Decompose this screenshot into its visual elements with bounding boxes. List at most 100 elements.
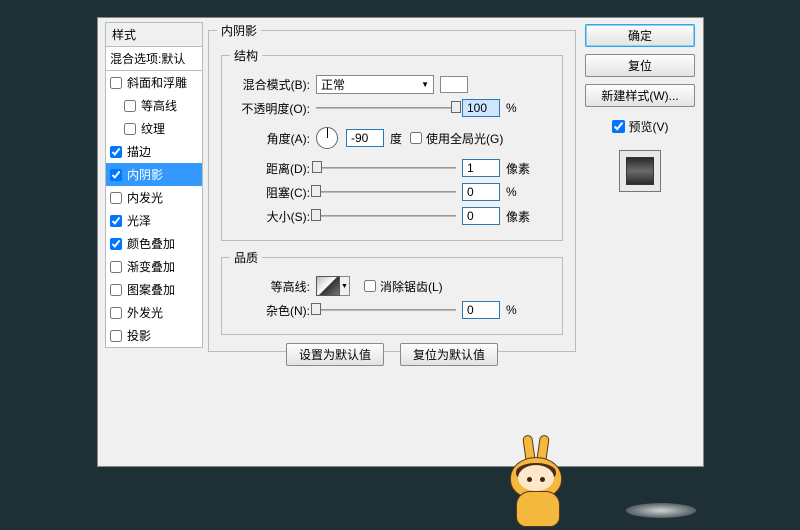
antialias-label: 消除锯齿(L) [380, 278, 443, 295]
size-row: 大小(S): 像素 [230, 206, 554, 226]
angle-input[interactable] [346, 129, 384, 147]
new-style-button[interactable]: 新建样式(W)... [585, 84, 695, 107]
opacity-unit: % [506, 101, 517, 115]
choke-unit: % [506, 185, 517, 199]
distance-unit: 像素 [506, 160, 530, 177]
effect-title: 内阴影 [217, 22, 261, 39]
preview-thumbnail [619, 150, 661, 192]
style-checkbox[interactable] [110, 169, 122, 181]
noise-slider[interactable] [316, 303, 456, 317]
style-list: 斜面和浮雕等高线纹理描边内阴影内发光光泽颜色叠加渐变叠加图案叠加外发光投影 [105, 71, 203, 348]
distance-slider[interactable] [316, 161, 456, 175]
antialias-checkbox[interactable]: 消除锯齿(L) [364, 278, 443, 295]
distance-label: 距离(D): [230, 160, 310, 177]
style-checkbox[interactable] [110, 330, 122, 342]
choke-row: 阻塞(C): % [230, 182, 554, 202]
chevron-down-icon: ▼ [421, 80, 429, 89]
opacity-slider[interactable] [316, 101, 456, 115]
style-item-label: 纹理 [141, 120, 165, 137]
blending-options-row[interactable]: 混合选项:默认 [105, 47, 203, 71]
contour-label: 等高线: [230, 278, 310, 295]
style-item-0[interactable]: 斜面和浮雕 [106, 71, 202, 94]
contour-dropdown[interactable]: ▼ [340, 276, 350, 296]
styles-header[interactable]: 样式 [105, 22, 203, 47]
preview-label: 预览(V) [629, 118, 669, 135]
choke-label: 阻塞(C): [230, 184, 310, 201]
style-checkbox[interactable] [110, 284, 122, 296]
style-item-11[interactable]: 投影 [106, 324, 202, 347]
global-light-label: 使用全局光(G) [426, 130, 503, 147]
style-checkbox[interactable] [110, 146, 122, 158]
style-checkbox[interactable] [110, 307, 122, 319]
noise-label: 杂色(N): [230, 302, 310, 319]
quality-legend: 品质 [230, 249, 262, 266]
style-item-label: 光泽 [127, 212, 151, 229]
style-item-8[interactable]: 渐变叠加 [106, 255, 202, 278]
cancel-button[interactable]: 复位 [585, 54, 695, 77]
structure-fieldset: 结构 混合模式(B): 正常 ▼ 不透明度(O): % [221, 47, 563, 241]
style-item-1[interactable]: 等高线 [106, 94, 202, 117]
style-item-label: 投影 [127, 327, 151, 344]
size-input[interactable] [462, 207, 500, 225]
blend-mode-select[interactable]: 正常 ▼ [316, 75, 434, 94]
style-item-9[interactable]: 图案叠加 [106, 278, 202, 301]
choke-slider[interactable] [316, 185, 456, 199]
opacity-row: 不透明度(O): % [230, 98, 554, 118]
structure-legend: 结构 [230, 47, 262, 64]
style-checkbox[interactable] [110, 192, 122, 204]
noise-unit: % [506, 303, 517, 317]
style-item-label: 颜色叠加 [127, 235, 175, 252]
style-item-label: 描边 [127, 143, 151, 160]
style-item-7[interactable]: 颜色叠加 [106, 232, 202, 255]
styles-panel: 样式 混合选项:默认 斜面和浮雕等高线纹理描边内阴影内发光光泽颜色叠加渐变叠加图… [105, 22, 203, 348]
contour-row: 等高线: ▼ 消除锯齿(L) [230, 276, 554, 296]
opacity-label: 不透明度(O): [230, 100, 310, 117]
style-item-label: 内发光 [127, 189, 163, 206]
style-checkbox[interactable] [124, 100, 136, 112]
effect-fieldset: 内阴影 结构 混合模式(B): 正常 ▼ 不透明度(O): [208, 22, 576, 352]
choke-input[interactable] [462, 183, 500, 201]
style-item-3[interactable]: 描边 [106, 140, 202, 163]
make-default-button[interactable]: 设置为默认值 [286, 343, 384, 366]
preview-swatch-icon [626, 157, 654, 185]
style-item-label: 内阴影 [127, 166, 163, 183]
style-item-label: 渐变叠加 [127, 258, 175, 275]
preview-checkbox[interactable]: 预览(V) [612, 118, 669, 135]
default-buttons-row: 设置为默认值 复位为默认值 [217, 343, 567, 366]
style-item-label: 图案叠加 [127, 281, 175, 298]
blend-mode-row: 混合模式(B): 正常 ▼ [230, 74, 554, 94]
contour-picker[interactable] [316, 276, 340, 296]
style-item-2[interactable]: 纹理 [106, 117, 202, 140]
size-label: 大小(S): [230, 208, 310, 225]
style-checkbox[interactable] [110, 215, 122, 227]
reset-default-button[interactable]: 复位为默认值 [400, 343, 498, 366]
style-checkbox[interactable] [124, 123, 136, 135]
ok-button[interactable]: 确定 [585, 24, 695, 47]
style-item-10[interactable]: 外发光 [106, 301, 202, 324]
blend-mode-value: 正常 [321, 76, 345, 93]
blend-mode-label: 混合模式(B): [230, 76, 310, 93]
quality-fieldset: 品质 等高线: ▼ 消除锯齿(L) 杂色(N): % [221, 249, 563, 335]
mascot-character [498, 435, 578, 527]
style-checkbox[interactable] [110, 77, 122, 89]
angle-label: 角度(A): [230, 130, 310, 147]
style-item-label: 等高线 [141, 97, 177, 114]
opacity-input[interactable] [462, 99, 500, 117]
shadow-color-swatch[interactable] [440, 76, 468, 93]
style-checkbox[interactable] [110, 261, 122, 273]
global-light-checkbox[interactable]: 使用全局光(G) [410, 130, 503, 147]
angle-row: 角度(A): 度 使用全局光(G) [230, 128, 554, 148]
size-slider[interactable] [316, 209, 456, 223]
distance-input[interactable] [462, 159, 500, 177]
style-item-5[interactable]: 内发光 [106, 186, 202, 209]
noise-input[interactable] [462, 301, 500, 319]
decorative-shadow [626, 503, 696, 518]
angle-unit: 度 [390, 130, 402, 147]
style-item-6[interactable]: 光泽 [106, 209, 202, 232]
style-item-4[interactable]: 内阴影 [106, 163, 202, 186]
size-unit: 像素 [506, 208, 530, 225]
style-item-label: 外发光 [127, 304, 163, 321]
layer-style-dialog: 样式 混合选项:默认 斜面和浮雕等高线纹理描边内阴影内发光光泽颜色叠加渐变叠加图… [97, 17, 704, 467]
style-checkbox[interactable] [110, 238, 122, 250]
angle-dial[interactable] [316, 127, 338, 149]
